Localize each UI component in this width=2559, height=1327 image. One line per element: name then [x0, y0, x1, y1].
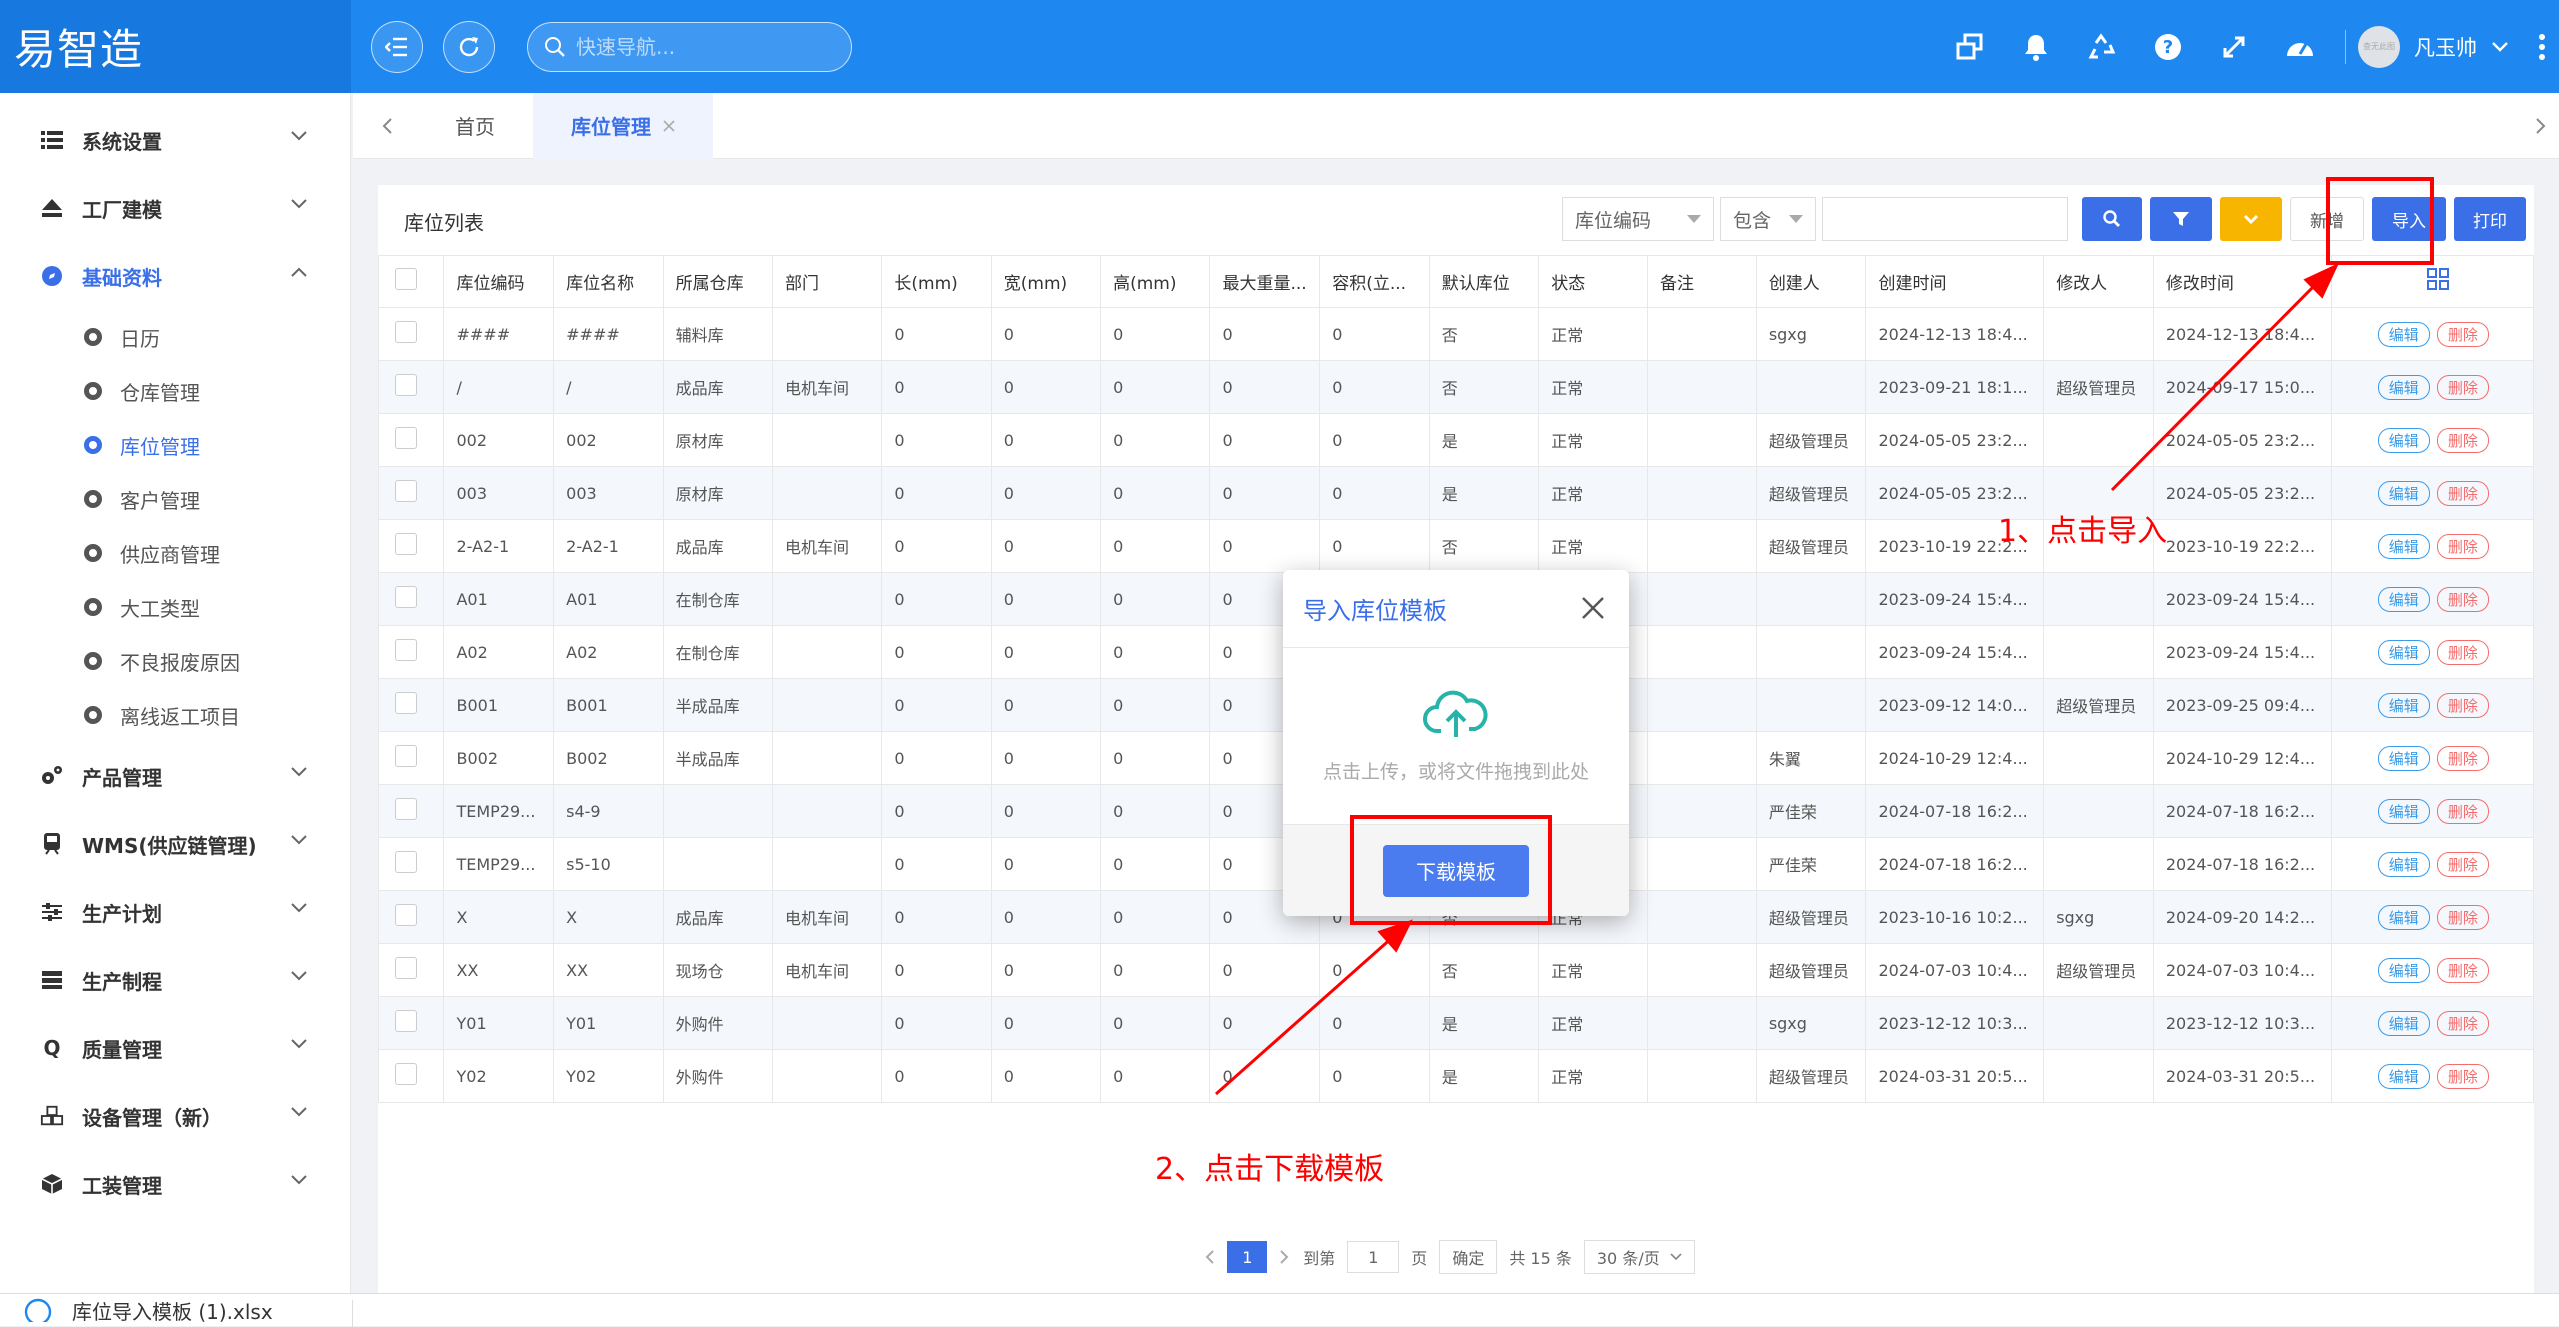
download-item[interactable]: 库位导入模板 (1).xlsx [0, 1296, 273, 1325]
arrow-line [1215, 934, 1395, 1096]
divider [352, 1300, 353, 1327]
annotation-step2: 2、点击下载模板 [1155, 1152, 1385, 1187]
annotation-step1: 1、点击导入 [1998, 514, 2168, 549]
download-filename: 库位导入模板 (1).xlsx [72, 1299, 273, 1324]
arrow-line [2110, 280, 2320, 492]
excel-file-icon [24, 1298, 52, 1322]
download-bar: 库位导入模板 (1).xlsx [0, 1293, 2559, 1327]
annotation-arrows [1215, 262, 2340, 1096]
